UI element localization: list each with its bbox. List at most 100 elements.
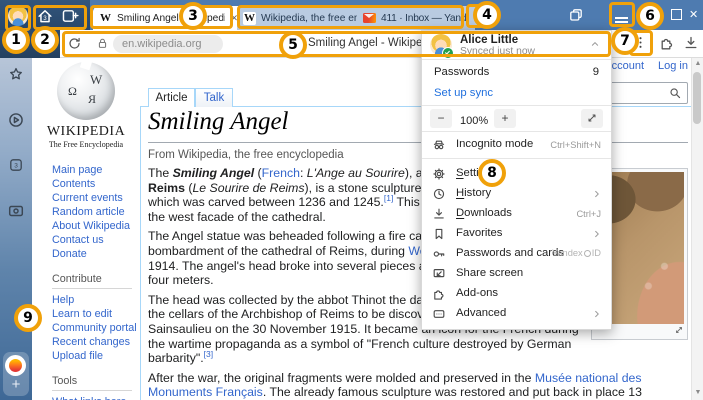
sidebar-link[interactable]: Upload file <box>52 349 138 363</box>
tab-talk[interactable]: Talk <box>195 88 233 107</box>
reference-link[interactable]: [3] <box>204 349 213 359</box>
wiki-sidebar-nav: Main pageContentsCurrent eventsRandom ar… <box>52 163 138 400</box>
new-tab-panel-icon[interactable] <box>61 7 79 25</box>
browser-window: 3 W Smiling Angel - Wikipedia ✕ W Wikipe… <box>0 0 703 400</box>
sidebar-link[interactable]: Random article <box>52 205 138 219</box>
menu-item-label: History <box>456 187 491 199</box>
sidebar-link[interactable]: Contact us <box>52 233 138 247</box>
wikipedia-globe-logo[interactable]: WΩЯ <box>57 62 115 120</box>
favorites-star-icon[interactable] <box>8 66 24 82</box>
reload-icon[interactable] <box>67 36 82 51</box>
home-tableau-icon[interactable]: 3 <box>36 7 54 25</box>
annotation-badge-1: 1 <box>2 26 30 54</box>
profile-row[interactable]: Alice Little Synced just now <box>422 31 611 59</box>
menu-item-favorites[interactable]: Favorites <box>422 224 611 244</box>
wiki-top-link[interactable]: Log in <box>658 60 688 72</box>
menu-item-label: Passwords and cards <box>456 247 564 259</box>
sidebar-link[interactable]: What links here <box>52 395 138 400</box>
yandex-service-icon[interactable] <box>5 355 26 376</box>
tab-yandex-mail[interactable]: 411 · Inbox — Yandex Mail <box>357 6 475 30</box>
profile-name: Alice Little <box>460 34 518 46</box>
tab-groups-icon[interactable] <box>568 7 584 23</box>
video-play-icon[interactable] <box>7 111 25 129</box>
sidebar-link[interactable]: Current events <box>52 191 138 205</box>
zoom-in-button[interactable]: + <box>494 109 516 128</box>
bookmark-icon <box>432 227 446 241</box>
yandex-mail-favicon-icon <box>363 13 376 23</box>
browser-menu-button[interactable] <box>615 17 628 19</box>
article-subtitle: From Wikipedia, the free encyclopedia <box>148 149 344 161</box>
menu-item-label: Downloads <box>456 207 512 219</box>
chevron-up-icon[interactable] <box>589 38 601 50</box>
sidebar-link[interactable]: Contents <box>52 177 138 191</box>
browser-dropdown-menu: Alice Little Synced just now Passwords 9… <box>421 30 612 330</box>
sidebar-link[interactable]: Main page <box>52 163 138 177</box>
zoom-out-button[interactable]: − <box>430 109 452 128</box>
menu-item-passwords-and-cards[interactable]: Passwords and cardsYandexID <box>422 244 611 264</box>
more-box-icon <box>432 307 446 321</box>
annotation-badge-6: 6 <box>636 2 664 30</box>
menu-item-share-screen[interactable]: Share screen <box>422 264 611 284</box>
extensions-puzzle-icon[interactable] <box>659 35 675 51</box>
menu-item-settings[interactable]: Settings <box>422 164 611 184</box>
svg-text:3: 3 <box>43 15 47 22</box>
scroll-down-icon[interactable]: ▼ <box>693 389 703 396</box>
url-field[interactable]: en.wikipedia.org <box>113 35 223 53</box>
search-icon[interactable] <box>668 86 682 100</box>
tab-wikipedia-main[interactable]: W Wikipedia, the free encyclopedia <box>237 6 369 30</box>
annotation-badge-8: 8 <box>478 159 506 187</box>
passwords-count: 9 <box>593 62 599 82</box>
sidebar-link[interactable]: Donate <box>52 247 138 261</box>
sidebar-link[interactable]: Recent changes <box>52 335 138 349</box>
wiki-link[interactable]: French <box>262 166 300 180</box>
zoom-controls: − 100% + <box>422 109 611 128</box>
sync-status: Synced just now <box>460 46 535 57</box>
reference-link[interactable]: [1] <box>384 193 393 203</box>
sidebar-section-heading: Tools <box>52 374 132 391</box>
annotation-badge-3: 3 <box>179 2 207 30</box>
add-service-button[interactable]: + <box>5 376 27 394</box>
clock-icon <box>432 187 446 201</box>
tab-article[interactable]: Article <box>148 88 195 107</box>
menu-item-add-ons[interactable]: Add-ons <box>422 284 611 304</box>
enlarge-icon[interactable] <box>674 325 684 335</box>
share-screen-icon <box>432 267 446 281</box>
tab-title: Wikipedia, the free encyclopedia <box>261 13 362 24</box>
tab-title: 411 · Inbox — Yandex Mail <box>381 13 469 24</box>
downloads-tray-icon[interactable] <box>683 35 699 51</box>
menu-item-incognito[interactable]: Incognito mode Ctrl+Shift+N <box>422 135 611 155</box>
sidebar-link[interactable]: About Wikipedia <box>52 219 138 233</box>
maximize-button[interactable] <box>671 9 682 20</box>
yandex-side-strip <box>0 58 32 400</box>
wikipedia-favicon-icon: W <box>99 12 112 25</box>
toolbar-divider <box>652 37 653 51</box>
sidebar-link[interactable]: Learn to edit <box>52 307 138 321</box>
content-left-border <box>140 106 141 400</box>
puzzle-icon <box>432 287 446 301</box>
annotation-badge-5: 5 <box>279 31 307 59</box>
shortcut-label: Ctrl+J <box>576 209 601 219</box>
menu-item-downloads[interactable]: Downloads Ctrl+J <box>422 204 611 224</box>
passwords-row[interactable]: Passwords 9 <box>422 62 611 82</box>
article-paragraph: After the war, the original fragments we… <box>148 371 688 400</box>
sidebar-link[interactable]: Help <box>52 293 138 307</box>
fullscreen-button[interactable] <box>581 109 603 128</box>
wikipedia-tagline: The Free Encyclopedia <box>32 140 140 149</box>
tabs-count-icon[interactable]: 3 <box>8 157 24 173</box>
tab-smiling-angel[interactable]: W Smiling Angel - Wikipedia ✕ <box>93 6 244 30</box>
scroll-up-icon[interactable]: ▲ <box>693 60 703 67</box>
menu-item-label: Advanced <box>456 307 506 319</box>
menu-item-advanced[interactable]: Advanced <box>422 304 611 324</box>
menu-item-history[interactable]: History <box>422 184 611 204</box>
sidebar-link[interactable]: Community portal <box>52 321 138 335</box>
scrollbar-thumb[interactable] <box>693 72 701 124</box>
setup-sync-link[interactable]: Set up sync <box>422 83 611 103</box>
screencast-icon[interactable] <box>7 202 25 220</box>
lock-icon[interactable] <box>96 37 109 50</box>
yandex-id-logo: YandexID <box>552 248 601 258</box>
zoom-level: 100% <box>460 111 488 131</box>
chevron-right-icon <box>591 308 603 320</box>
profile-avatar[interactable] <box>8 6 28 26</box>
close-window-button[interactable]: ✕ <box>689 8 698 21</box>
wikipedia-wordmark[interactable]: WIKIPEDIA <box>32 124 140 140</box>
